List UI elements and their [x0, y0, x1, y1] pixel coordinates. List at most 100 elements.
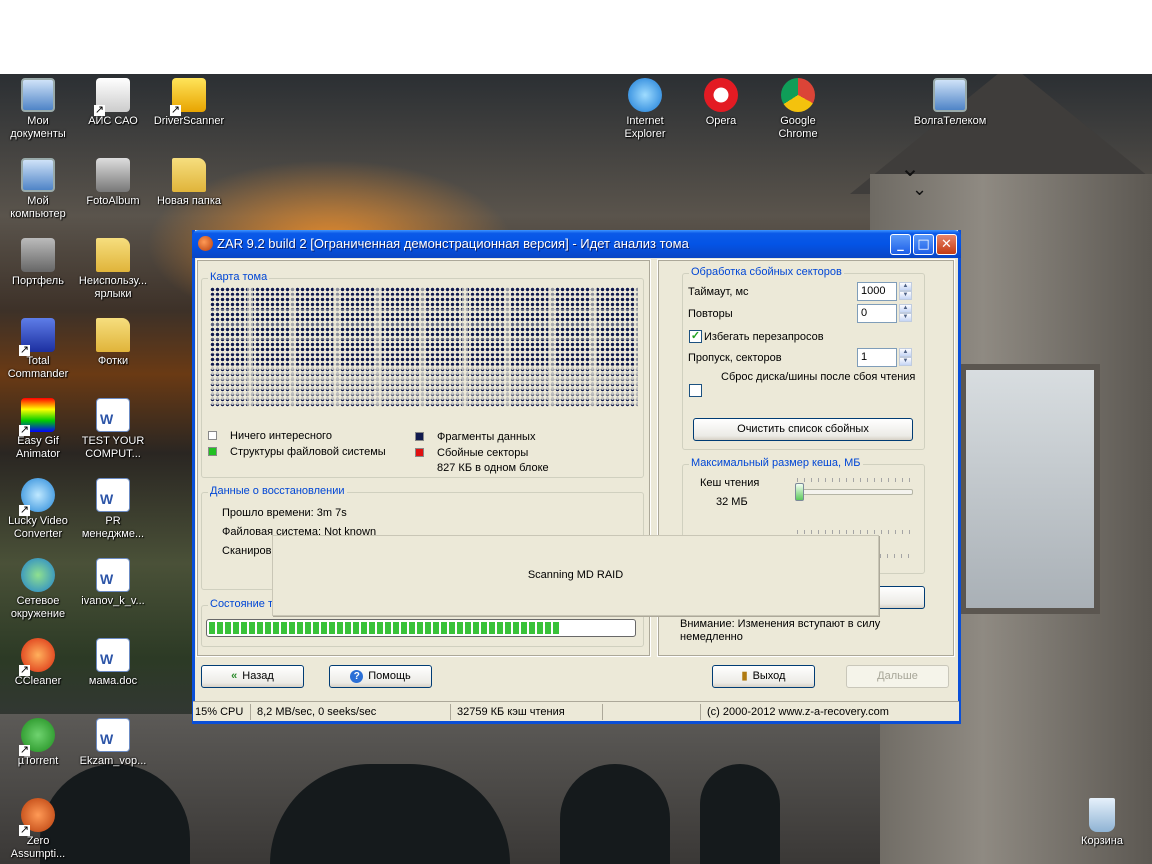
retries-label: Повторы — [688, 308, 733, 320]
legend-fragments-label: Фрагменты данных — [437, 431, 536, 443]
legend-bad-swatch — [415, 448, 424, 457]
zar-app-icon[interactable] — [198, 236, 213, 251]
legend-fs-swatch — [208, 447, 217, 456]
status-bar: 15% CPU 8,2 MB/sec, 0 seeks/sec 32759 КБ… — [193, 701, 959, 721]
timeout-spinner[interactable]: ▲ ▼ — [899, 282, 912, 301]
maximize-button[interactable]: □ — [913, 234, 934, 255]
driver-scanner-icon — [170, 78, 206, 116]
desktop-icon-label: Корзина — [1081, 835, 1123, 847]
desktop-icon-unused-shortcuts[interactable]: Неиспользу... ярлыки — [75, 238, 151, 301]
camera-icon — [96, 158, 130, 192]
desktop-icon-utorrent[interactable]: µTorrent — [0, 718, 76, 768]
timeout-label: Таймаут, мс — [688, 286, 749, 298]
word-document-icon — [96, 638, 130, 672]
tower-window — [960, 364, 1100, 614]
legend-nothing-label: Ничего интересного — [230, 430, 332, 442]
desktop-icon-google-chrome[interactable]: Google Chrome — [760, 78, 836, 141]
progress-fill — [209, 622, 561, 634]
desktop-icon-label: Ekzam_vop... — [79, 755, 147, 767]
desktop-icon-label: Неиспользу... ярлыки — [78, 275, 148, 300]
folder-icon — [172, 158, 206, 192]
desktop-icon-label: АИС САО — [88, 115, 138, 127]
minimize-button[interactable]: _ — [890, 234, 911, 255]
desktop-icon-mama-doc[interactable]: мама.doc — [75, 638, 151, 688]
ccleaner-icon — [19, 638, 55, 676]
group-label: Данные о восстановлении — [208, 485, 347, 497]
next-button[interactable]: Дальше — [846, 665, 949, 688]
desktop-icon-test-your-computer[interactable]: TEST YOUR COMPUT... — [75, 398, 151, 461]
bridge-arch — [700, 764, 780, 864]
desktop-icon-label: CCleaner — [14, 675, 62, 687]
reset-bus-label: Сброс диска/шины после сбоя чтения — [721, 371, 916, 383]
group-label: Карта тома — [208, 271, 270, 283]
legend-fs-label: Структуры файловой системы — [230, 446, 386, 458]
close-button[interactable]: ✕ — [936, 234, 957, 255]
desktop-icon-label: Google Chrome — [778, 115, 818, 140]
desktop-icon-fotoalbum[interactable]: FotoAlbum — [75, 158, 151, 208]
desktop-icon-total-commander[interactable]: Total Commander — [0, 318, 76, 381]
desktop-icon-my-documents[interactable]: Мои документы — [0, 78, 76, 141]
help-button[interactable]: ? Помощь — [329, 665, 432, 688]
timeout-input[interactable]: 1000 — [857, 282, 897, 301]
skip-sectors-input[interactable]: 1 — [857, 348, 897, 367]
group-label: Обработка сбойных секторов — [689, 266, 844, 278]
scan-progress-bar — [206, 619, 636, 637]
desktop-icon-label: TEST YOUR COMPUT... — [81, 435, 145, 460]
desktop-icon-label: ivanov_k_v... — [81, 595, 145, 607]
word-document-icon — [96, 478, 130, 512]
desktop-icon-my-computer[interactable]: Мой компьютер — [0, 158, 76, 221]
desktop-icon-network-places[interactable]: Сетевое окружение — [0, 558, 76, 621]
status-cpu: 15% CPU — [193, 704, 251, 720]
read-cache-slider-thumb[interactable] — [795, 483, 804, 501]
clear-bad-list-button[interactable]: Очистить список сбойных — [693, 418, 913, 441]
gif-animator-icon — [19, 398, 55, 436]
retries-input[interactable]: 0 — [857, 304, 897, 323]
back-button-label: Назад — [242, 670, 274, 682]
window-titlebar[interactable]: ZAR 9.2 build 2 [Ограниченная демонстрац… — [192, 230, 961, 258]
reset-bus-checkbox[interactable] — [689, 384, 702, 397]
bridge-arch — [560, 764, 670, 864]
network-places-icon — [21, 558, 55, 592]
desktop-icon-ais-sao[interactable]: АИС САО — [75, 78, 151, 128]
desktop-icon-label: Портфель — [12, 275, 64, 287]
retries-spinner[interactable]: ▲ ▼ — [899, 304, 912, 323]
desktop-icon-easy-gif-animator[interactable]: Easy Gif Animator — [0, 398, 76, 461]
folder-icon — [96, 238, 130, 272]
back-button[interactable]: « Назад — [201, 665, 304, 688]
exit-button-label: Выход — [752, 670, 786, 682]
desktop-icon-ivanov[interactable]: ivanov_k_v... — [75, 558, 151, 608]
desktop-icon-briefcase[interactable]: Портфель — [0, 238, 76, 288]
desktop-icon-internet-explorer[interactable]: Internet Explorer — [607, 78, 683, 141]
read-cache-value: 32 МБ — [716, 496, 748, 508]
desktop-icon-pr-management[interactable]: PR менеджме... — [75, 478, 151, 541]
exit-button[interactable]: ▮ Выход — [712, 665, 815, 688]
my-computer-icon — [21, 158, 55, 192]
word-document-icon — [96, 718, 130, 752]
desktop-icon-label: Internet Explorer — [624, 115, 666, 140]
desktop-icon-label: Мой компьютер — [10, 195, 66, 220]
desktop-icon-zero-assumption[interactable]: Zero Assumpti... — [0, 798, 76, 861]
exit-door-icon: ▮ — [741, 670, 748, 682]
word-document-icon — [96, 558, 130, 592]
opera-icon — [704, 78, 738, 112]
desktop-icon-ccleaner[interactable]: CCleaner — [0, 638, 76, 688]
word-document-icon — [96, 398, 130, 432]
desktop-icon-driverscanner[interactable]: DriverScanner — [151, 78, 227, 128]
desktop-icon-recycle-bin[interactable]: Корзина — [1064, 798, 1140, 848]
back-arrow-icon: « — [231, 670, 238, 682]
legend-block-size: 827 КБ в одном блоке — [437, 462, 549, 474]
avoid-retries-checkbox[interactable]: ✓ — [689, 330, 702, 343]
desktop-icon-new-folder[interactable]: Новая папка — [151, 158, 227, 208]
status-copyright: (c) 2000-2012 www.z-a-recovery.com — [707, 706, 889, 718]
desktop-icon-fotki[interactable]: Фотки — [75, 318, 151, 368]
desktop-icon-label: FotoAlbum — [86, 195, 140, 207]
status-cache: 32759 КБ кэш чтения — [455, 704, 603, 720]
desktop-icon-ekzam[interactable]: Ekzam_vop... — [75, 718, 151, 768]
read-cache-slider-track[interactable] — [795, 489, 913, 495]
desktop-icon-opera[interactable]: Opera — [683, 78, 759, 128]
skip-sectors-spinner[interactable]: ▲ ▼ — [899, 348, 912, 367]
volume-map-empty-blocks — [210, 366, 638, 407]
desktop-icon-label: Total Commander — [7, 355, 69, 380]
desktop-icon-lucky-video-converter[interactable]: Lucky Video Converter — [0, 478, 76, 541]
desktop-icon-volgatelecom[interactable]: ВолгаТелеком — [910, 78, 990, 128]
